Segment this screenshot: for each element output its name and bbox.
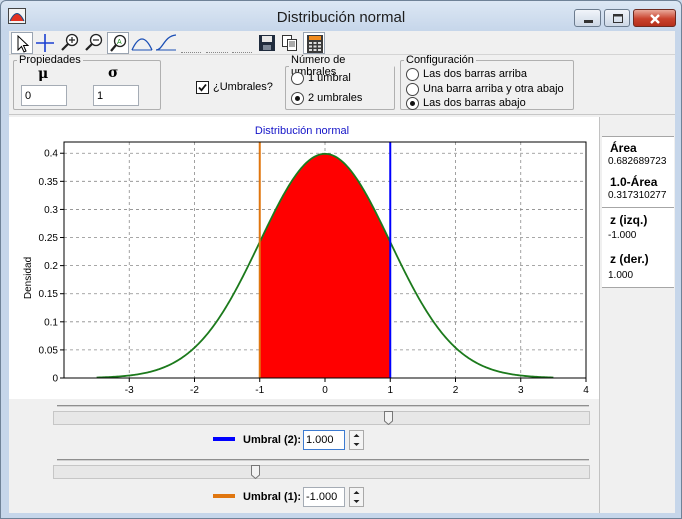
toolbar-separator <box>206 52 228 53</box>
x-tick-label: 1 <box>387 385 393 396</box>
y-tick-label: 0.1 <box>44 317 58 328</box>
threshold2-color-swatch <box>213 437 235 441</box>
x-tick-label: 4 <box>583 385 589 396</box>
spin-up-icon[interactable] <box>350 431 363 440</box>
density-curve-icon[interactable] <box>131 32 153 54</box>
client-area: A Propiedades μ σ 0 1 ¿Umbrales? Número … <box>9 31 675 513</box>
copy-icon[interactable] <box>279 32 301 54</box>
threshold2-label: Umbral (2): <box>243 434 302 446</box>
y-tick-label: 0.3 <box>44 205 58 216</box>
check-icon <box>198 83 207 92</box>
z-right-value: 1.000 <box>608 270 634 281</box>
x-tick-label: 3 <box>518 385 524 396</box>
radio-one-up-one-down-label: Una barra arriba y otra abajo <box>423 83 564 95</box>
cumulative-curve-icon[interactable] <box>155 32 177 54</box>
slider-divider-line <box>57 459 589 461</box>
complement-label: 1.0-Área <box>610 175 658 189</box>
spin-up-icon[interactable] <box>350 488 363 497</box>
y-axis-label: Densidad <box>23 257 34 299</box>
results-box: Área 0.682689723 1.0-Área 0.317310277 z … <box>602 136 674 288</box>
title-bar: Distribución normal <box>1 1 681 31</box>
y-tick-label: 0.25 <box>39 233 59 244</box>
threshold2-slider-thumb[interactable] <box>384 411 393 425</box>
radio-one-up-one-down[interactable] <box>406 83 419 96</box>
thresholds-checkbox[interactable] <box>196 81 209 94</box>
radio-both-bars-down-label: Las dos barras abajo <box>423 97 526 109</box>
y-tick-label: 0.35 <box>39 177 59 188</box>
area-label: Área <box>610 141 637 155</box>
x-tick-label: -2 <box>190 385 199 396</box>
threshold1-slider[interactable] <box>53 465 590 479</box>
spin-down-icon[interactable] <box>350 440 363 449</box>
threshold1-slider-thumb[interactable] <box>251 465 260 479</box>
radio-both-bars-up[interactable] <box>406 68 419 81</box>
radio-both-bars-down[interactable] <box>406 97 419 110</box>
x-tick-label: -1 <box>255 385 264 396</box>
radio-two-thresholds[interactable] <box>291 92 304 105</box>
radio-one-threshold[interactable] <box>291 72 304 85</box>
zoom-fit-icon[interactable]: A <box>107 32 129 54</box>
slider-top-line <box>57 405 589 407</box>
results-panel: Área 0.682689723 1.0-Área 0.317310277 z … <box>599 117 675 513</box>
threshold2-slider[interactable] <box>53 411 590 425</box>
maximize-button[interactable] <box>604 9 630 27</box>
radio-one-threshold-label: 1 umbral <box>308 72 351 84</box>
zoom-in-icon[interactable] <box>59 32 81 54</box>
area-value: 0.682689723 <box>608 156 667 167</box>
calculator-icon[interactable] <box>303 32 325 54</box>
toolbar-separator <box>181 52 201 53</box>
svg-text:A: A <box>117 39 122 46</box>
toolbar-separator <box>232 52 252 53</box>
mu-input[interactable] <box>21 85 67 106</box>
x-tick-label: 0 <box>322 385 328 396</box>
properties-legend: Propiedades <box>19 54 81 66</box>
settings-panel: Propiedades μ σ ¿Umbrales? Número de umb… <box>9 54 675 115</box>
y-tick-label: 0.4 <box>44 149 58 160</box>
x-tick-label: 2 <box>453 385 459 396</box>
y-tick-label: 0.2 <box>44 261 58 272</box>
threshold1-label: Umbral (1): <box>243 491 302 503</box>
threshold1-spinner[interactable] <box>349 487 364 507</box>
threshold1-input[interactable] <box>303 487 345 507</box>
thresholds-label: ¿Umbrales? <box>213 81 273 93</box>
mu-label: μ <box>38 66 49 82</box>
threshold2-spinner[interactable] <box>349 430 364 450</box>
pointer-icon[interactable] <box>11 32 33 54</box>
configuration-legend: Configuración <box>406 54 474 66</box>
y-tick-label: 0 <box>52 374 58 385</box>
minimize-button[interactable] <box>574 9 601 27</box>
sigma-label: σ <box>108 65 119 81</box>
zoom-out-icon[interactable] <box>83 32 105 54</box>
x-tick-label: -3 <box>125 385 134 396</box>
threshold1-color-swatch <box>213 494 235 498</box>
radio-two-thresholds-label: 2 umbrales <box>308 92 363 104</box>
app-window: Distribución normal A Propiedades μ σ 0 … <box>0 0 682 519</box>
crosshair-icon[interactable] <box>34 32 56 54</box>
z-right-label: z (der.) <box>610 252 649 266</box>
controls-panel: Umbral (2): Umbral (1): <box>9 399 599 513</box>
spin-down-icon[interactable] <box>350 497 363 506</box>
y-tick-label: 0.05 <box>39 345 59 356</box>
close-button[interactable] <box>633 9 676 27</box>
z-left-label: z (izq.) <box>610 213 648 227</box>
z-left-value: -1.000 <box>608 230 637 241</box>
normal-distribution-chart[interactable]: -3 -2 -1 0 1 2 3 4 0 0.05 0.1 0.15 0.2 0.25 0.3 0.35 0.4… <box>9 117 599 399</box>
y-tick-label: 0.15 <box>39 289 59 300</box>
sigma-input[interactable] <box>93 85 139 106</box>
results-divider <box>602 207 674 208</box>
toolbar: A <box>9 31 675 55</box>
plot-area: Distribución normal -3 -2 -1 0 1 2 3 4 0 0.05 0.1 0… <box>9 117 599 399</box>
radio-both-bars-up-label: Las dos barras arriba <box>423 68 527 80</box>
threshold2-input[interactable] <box>303 430 345 450</box>
complement-value: 0.317310277 <box>608 190 667 201</box>
save-icon[interactable] <box>256 32 278 54</box>
